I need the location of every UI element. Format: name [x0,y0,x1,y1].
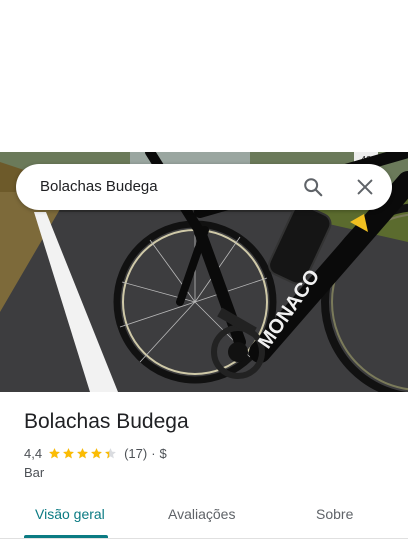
star-icon [91,447,102,458]
star-icon [105,447,116,458]
review-count[interactable]: (17) [124,446,147,461]
tab-reviews[interactable]: Avaliações [168,506,235,522]
rating-row: 4,4 (17) · $ [24,444,167,462]
star-icon [63,447,74,458]
place-title: Bolachas Budega [24,410,189,433]
search-bar[interactable]: Bolachas Budega [16,164,392,210]
star-icon [77,447,88,458]
star-icon [49,447,60,458]
tab-bar: Visão geral Avaliações Sobre [0,496,408,539]
tab-about[interactable]: Sobre [316,506,353,522]
active-tab-indicator [24,535,108,538]
price-level: $ [159,445,167,461]
close-icon[interactable] [354,176,376,198]
rating-value: 4,4 [24,445,43,461]
separator: · [151,445,156,461]
search-icon[interactable] [302,176,324,198]
search-input[interactable]: Bolachas Budega [40,178,158,195]
blank-area [0,0,408,152]
star-rating[interactable] [48,447,118,460]
tab-overview[interactable]: Visão geral [35,506,105,522]
place-category[interactable]: Bar [24,465,44,480]
